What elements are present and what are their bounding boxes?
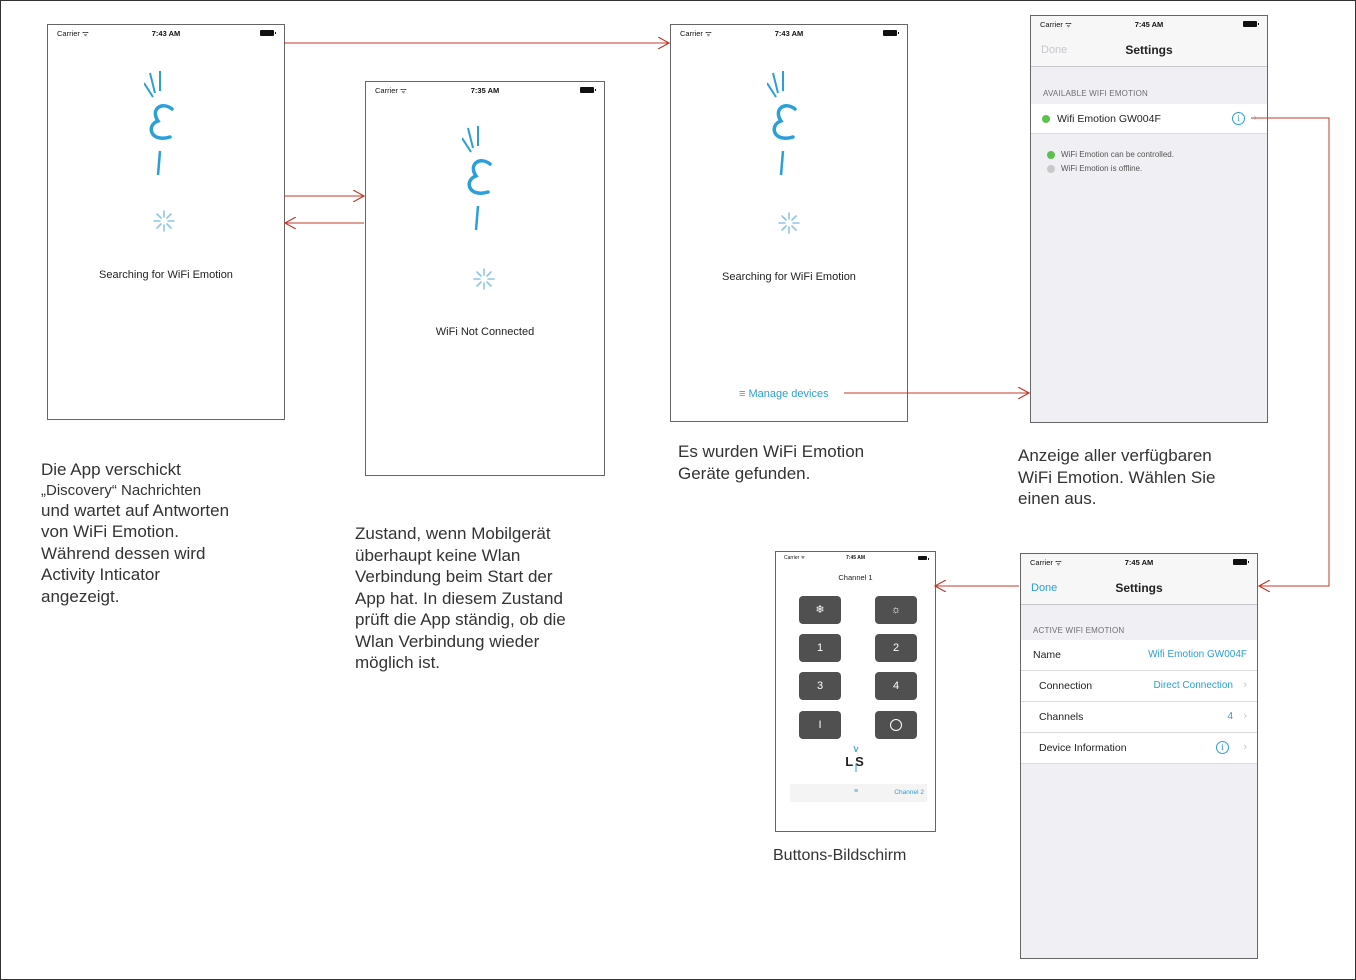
arrow-screen4-to-screen5 <box>1251 117 1330 586</box>
flow-arrows <box>284 1 1330 979</box>
diagram-canvas: Carrier ᯤ 7:43 AM Searching for WiFi Emo… <box>0 0 1356 980</box>
